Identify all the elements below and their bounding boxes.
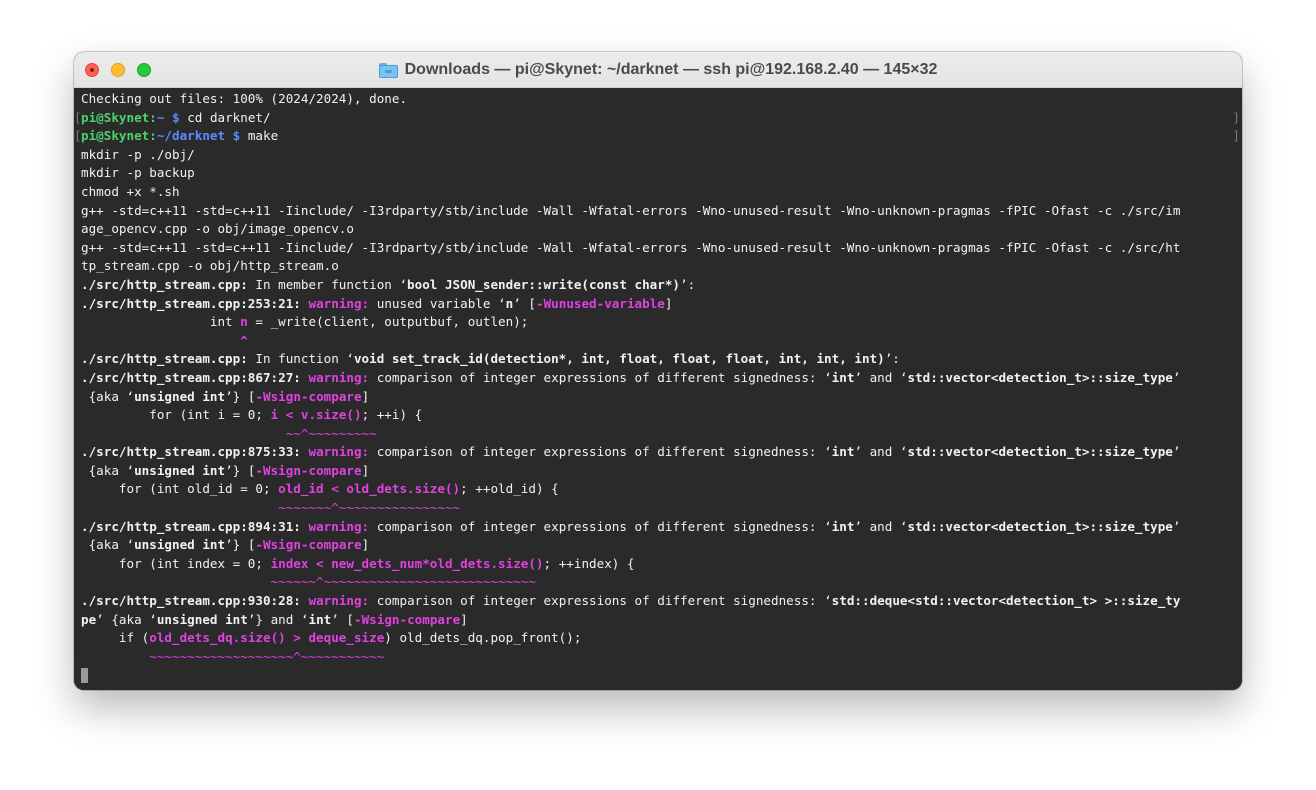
compiler-warning: ./src/http_stream.cpp:253:21: warning: u… [81, 295, 673, 311]
text-cursor [81, 668, 88, 684]
prompt-path: ~/darknet [156, 128, 226, 144]
caret-line: ~~~~~~~^~~~~~~~~~~~~~~~~ [81, 500, 461, 516]
caret-line: ~~~~~~^~~~~~~~~~~~~~~~~~~~~~~~~~~~~ [81, 574, 536, 590]
compiler-warning: ./src/http_stream.cpp:930:28: warning: c… [81, 593, 1181, 609]
prompt-user: pi@Skynet [81, 109, 150, 125]
terminal-window: Downloads — pi@Skynet: ~/darknet — ssh p… [74, 52, 1242, 690]
source-line: for (int index = 0; index < new_dets_num… [81, 555, 635, 571]
mark-bracket-right: ] [1232, 128, 1240, 144]
terminal-line: mkdir -p ./obj/ [81, 146, 195, 162]
prompt-line: [pi@Skynet:~/darknet $ make] [74, 127, 1242, 146]
compiler-warning: ./src/http_stream.cpp:875:33: warning: c… [81, 444, 1181, 460]
mark-bracket-left: [ [74, 128, 82, 144]
terminal-line: chmod +x *.sh [81, 183, 180, 199]
command-text: make [240, 128, 279, 144]
source-line: for (int i = 0; i < v.size(); ++i) { [81, 407, 423, 423]
window-title: Downloads — pi@Skynet: ~/darknet — ssh p… [74, 52, 1242, 88]
prompt-symbol: $ [225, 128, 241, 144]
terminal-line: age_opencv.cpp -o obj/image_opencv.o [81, 221, 354, 237]
mark-bracket-right: ] [1232, 109, 1240, 125]
prompt-symbol: $ [164, 109, 180, 125]
command-text: cd darknet/ [179, 109, 271, 125]
compiler-warning: ./src/http_stream.cpp:867:27: warning: c… [81, 369, 1181, 385]
compiler-warning-cont: {aka ‘unsigned int’} [-Wsign-compare] [81, 388, 370, 404]
mark-bracket-left: [ [74, 109, 82, 125]
compiler-message: ./src/http_stream.cpp: In member functio… [81, 276, 696, 292]
terminal-line: tp_stream.cpp -o obj/http_stream.o [81, 258, 339, 274]
terminal-output[interactable]: Checking out files: 100% (2024/2024), do… [74, 88, 1242, 690]
folder-icon [378, 62, 398, 78]
compiler-message: ./src/http_stream.cpp: In function ‘void… [81, 351, 900, 367]
terminal-line: g++ -std=c++11 -std=c++11 -Iinclude/ -I3… [81, 202, 1181, 218]
compiler-warning-cont: {aka ‘unsigned int’} [-Wsign-compare] [81, 537, 370, 553]
source-line: if (old_dets_dq.size() > deque_size) old… [81, 630, 582, 646]
terminal-line: mkdir -p backup [81, 165, 195, 181]
caret-line: ~~^~~~~~~~~~ [81, 425, 377, 441]
window-title-text: Downloads — pi@Skynet: ~/darknet — ssh p… [404, 61, 938, 78]
terminal-line: Checking out files: 100% (2024/2024), do… [81, 91, 408, 106]
compiler-warning-cont: {aka ‘unsigned int’} [-Wsign-compare] [81, 462, 370, 478]
compiler-warning: ./src/http_stream.cpp:894:31: warning: c… [81, 518, 1181, 534]
prompt-line: [pi@Skynet:~ $ cd darknet/] [74, 109, 1242, 128]
cursor-line[interactable] [74, 666, 1242, 685]
compiler-warning-cont: pe’ {aka ‘unsigned int’} and ‘int’ [-Wsi… [81, 611, 468, 627]
terminal-line: g++ -std=c++11 -std=c++11 -Iinclude/ -I3… [81, 239, 1181, 255]
prompt-user: pi@Skynet [81, 128, 150, 144]
title-bar[interactable]: Downloads — pi@Skynet: ~/darknet — ssh p… [74, 52, 1242, 88]
source-line: int n = _write(client, outputbuf, outlen… [81, 314, 529, 330]
source-line: for (int old_id = 0; old_id < old_dets.s… [81, 481, 559, 497]
caret-line: ~~~~~~~~~~~~~~~~~~~^~~~~~~~~~~~ [81, 648, 385, 664]
caret-line: ^ [81, 332, 248, 348]
